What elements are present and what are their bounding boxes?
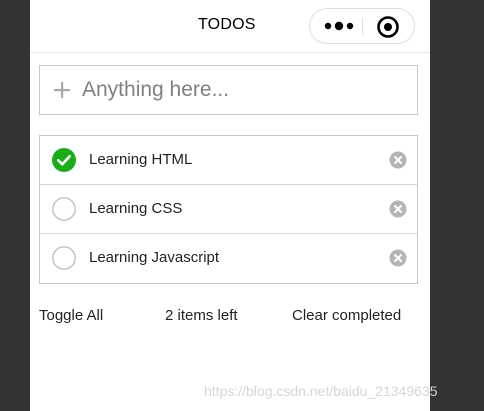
navigation-bar: TODOS xyxy=(30,0,430,53)
plus-icon xyxy=(54,82,70,98)
right-dark-panel xyxy=(430,0,484,411)
menu-capsule xyxy=(309,8,415,44)
todo-label: Learning Javascript xyxy=(89,249,220,266)
unchecked-circle-icon[interactable] xyxy=(52,246,76,270)
checked-circle-icon[interactable] xyxy=(52,148,76,172)
watermark-text: https://blog.csdn.net/baidu_21349635 xyxy=(204,383,438,399)
capsule-divider xyxy=(362,18,363,35)
target-close-icon[interactable] xyxy=(376,15,400,39)
unchecked-circle-icon[interactable] xyxy=(52,197,76,221)
remove-icon[interactable] xyxy=(389,249,407,267)
app-screen: TODOS Learning HTML xyxy=(30,0,430,411)
todo-list: Learning HTML Learning CSS Learning Java… xyxy=(39,135,418,284)
toggle-all-button[interactable]: Toggle All xyxy=(39,307,103,324)
page-title: TODOS xyxy=(198,16,256,33)
todo-item: Learning CSS xyxy=(40,185,417,234)
clear-completed-button[interactable]: Clear completed xyxy=(292,307,401,324)
new-todo-input[interactable] xyxy=(82,74,402,106)
todo-item: Learning HTML xyxy=(40,136,417,185)
left-dark-panel xyxy=(0,0,30,411)
new-todo-box xyxy=(39,65,418,115)
todo-label: Learning CSS xyxy=(89,200,183,217)
remove-icon[interactable] xyxy=(389,200,407,218)
todo-label: Learning HTML xyxy=(89,151,193,168)
remove-icon[interactable] xyxy=(389,151,407,169)
items-left-count: 2 items left xyxy=(165,307,238,324)
more-dots-icon[interactable] xyxy=(322,19,356,33)
todo-item: Learning Javascript xyxy=(40,234,417,283)
